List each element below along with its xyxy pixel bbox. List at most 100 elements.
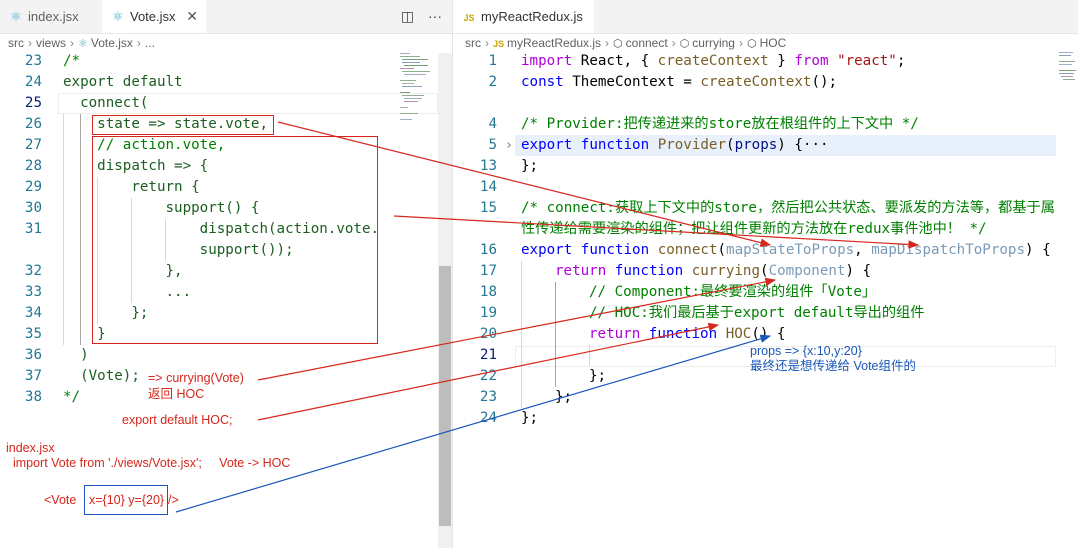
code-line: ) bbox=[63, 347, 89, 363]
index-file-note: index.jsx bbox=[6, 441, 55, 455]
line-number: 24 bbox=[24, 74, 42, 90]
breadcrumb-item[interactable]: currying bbox=[692, 36, 735, 50]
line-number: 2 bbox=[488, 74, 497, 90]
minimap[interactable] bbox=[398, 50, 438, 130]
chevron-right-icon: › bbox=[28, 36, 32, 50]
code-line: export function Provider(props) {··· bbox=[521, 135, 829, 156]
code-token: function bbox=[648, 326, 718, 342]
chevron-right-icon: › bbox=[136, 36, 141, 50]
split-editor-icon[interactable]: ◫ bbox=[401, 8, 414, 24]
code-token: function bbox=[580, 242, 650, 258]
code-comment: /* connect:获取上下文中的store，然后把公共状态、要派发的方法等，… bbox=[521, 200, 1055, 216]
code-token: }; bbox=[589, 368, 607, 384]
code-token: ( bbox=[760, 263, 769, 279]
code-token: function bbox=[614, 263, 684, 279]
dispatch-mapper-box bbox=[92, 136, 378, 344]
breadcrumb-item[interactable]: HOC bbox=[760, 36, 787, 50]
line-number: 5 bbox=[488, 137, 497, 153]
props-desc-note: 最终还是想传递给 Vote组件的 bbox=[750, 359, 916, 373]
code-token: ; bbox=[896, 53, 906, 69]
breadcrumb-item[interactable]: src bbox=[8, 36, 24, 50]
breadcrumb-item[interactable]: myReactRedux.js bbox=[507, 36, 601, 50]
code-token: createContext bbox=[657, 53, 769, 69]
code-token: ( bbox=[717, 242, 727, 258]
breadcrumb: src › views › ⚛ Vote.jsx ›... bbox=[0, 33, 452, 53]
breadcrumb-item[interactable]: connect bbox=[626, 36, 668, 50]
chevron-right-icon: › bbox=[70, 36, 75, 50]
line-number: 35 bbox=[24, 326, 42, 342]
breadcrumb-item[interactable]: ... bbox=[145, 36, 155, 50]
minimap[interactable] bbox=[1058, 50, 1078, 90]
chevron-right-icon: › bbox=[738, 36, 743, 50]
line-number: 23 bbox=[24, 53, 42, 69]
code-line: return function HOC() { bbox=[589, 324, 785, 345]
code-token: mapDispatchToProps bbox=[871, 242, 1025, 258]
code-token: }; bbox=[521, 410, 539, 426]
code-token: Provider bbox=[657, 137, 727, 153]
code-token: "react" bbox=[837, 53, 897, 69]
more-actions-icon[interactable]: ··· bbox=[428, 8, 442, 24]
breadcrumb-item[interactable]: Vote.jsx bbox=[91, 36, 133, 50]
code-line: }; bbox=[589, 366, 606, 387]
chevron-right-icon: › bbox=[671, 36, 676, 50]
line-number: 23 bbox=[479, 389, 497, 405]
fold-chevron-icon[interactable]: › bbox=[505, 135, 513, 156]
line-number: 26 bbox=[24, 116, 42, 132]
line-number: 15 bbox=[479, 200, 497, 216]
code-token: ( bbox=[726, 137, 735, 153]
line-number: 33 bbox=[24, 284, 42, 300]
code-token: currying bbox=[691, 263, 761, 279]
code-line: */ bbox=[63, 389, 81, 405]
js-icon: JS bbox=[493, 39, 505, 49]
tab-vote-jsx[interactable]: ⚛ Vote.jsx ✕ bbox=[102, 0, 206, 33]
code-line: (Vote); bbox=[63, 368, 140, 384]
export-hoc-note: export default HOC; bbox=[122, 413, 233, 427]
line-number: 37 bbox=[24, 368, 42, 384]
close-tab-icon[interactable]: ✕ bbox=[186, 0, 198, 33]
breadcrumb-item[interactable]: src bbox=[465, 36, 481, 50]
code-token: } bbox=[768, 53, 795, 69]
breadcrumb: src › JS myReactRedux.js › ⬡ connect › ⬡ currying… bbox=[453, 33, 1078, 53]
code-line: /* connect:获取上下文中的store，然后把公共状态、要派发的方法等，… bbox=[521, 198, 1055, 219]
code-line: // HOC:我们最后基于export default导出的组件 bbox=[589, 303, 924, 324]
code-line: // Component:最终要渲染的组件「Vote」 bbox=[589, 282, 876, 303]
left-tab-bar: ⚛ index.jsx ⚛ Vote.jsx ✕ ◫ ··· bbox=[0, 0, 452, 34]
line-number: 22 bbox=[479, 368, 497, 384]
code-comment: // Component:最终要渲染的组件「Vote」 bbox=[589, 284, 877, 300]
tab-myreactredux-js[interactable]: JS myReactRedux.js bbox=[453, 0, 594, 33]
tab-index-jsx[interactable]: ⚛ index.jsx bbox=[0, 0, 102, 33]
code-line: const ThemeContext = createContext(); bbox=[521, 72, 837, 93]
breadcrumb-item[interactable]: views bbox=[36, 36, 66, 50]
js-icon: JS bbox=[463, 13, 475, 23]
code-token: from bbox=[794, 53, 829, 69]
code-line: export function connect(mapStateToProps,… bbox=[521, 240, 1051, 261]
props-note: props => {x:10,y:20} bbox=[750, 344, 862, 358]
line-number: 32 bbox=[24, 263, 42, 279]
line-number: 28 bbox=[24, 158, 42, 174]
code-line: /* Provider:把传递进来的store放在根组件的上下文中 */ bbox=[521, 114, 919, 135]
state-mapper-box bbox=[92, 115, 274, 135]
code-line: /* bbox=[63, 53, 81, 69]
vote-close-note: /> bbox=[168, 493, 179, 507]
line-number: 19 bbox=[479, 305, 497, 321]
code-line: export default bbox=[63, 74, 183, 90]
code-token: export bbox=[521, 242, 573, 258]
line-number: 25 bbox=[24, 95, 42, 111]
code-comment: 性传递给需要渲染的组件；把让组件更新的方法放在redux事件池中！ */ bbox=[521, 221, 987, 237]
line-number: 31 bbox=[24, 221, 42, 237]
code-line: }; bbox=[521, 408, 538, 429]
code-token: }; bbox=[555, 389, 573, 405]
code-token: HOC bbox=[725, 326, 752, 342]
line-number: 30 bbox=[24, 200, 42, 216]
cube-icon: ⬡ bbox=[746, 38, 757, 50]
code-token: ) { bbox=[1025, 242, 1051, 258]
code-token: props bbox=[734, 137, 778, 153]
scrollbar-thumb[interactable] bbox=[439, 266, 451, 526]
line-number: 38 bbox=[24, 389, 42, 405]
code-line: import React, { createContext } from "re… bbox=[521, 51, 905, 72]
